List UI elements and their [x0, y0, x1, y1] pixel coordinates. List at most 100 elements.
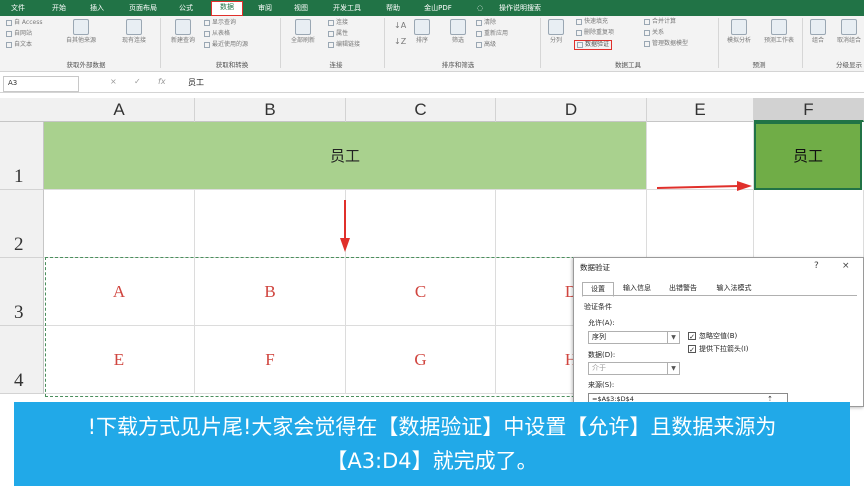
tab-help[interactable]: 帮助 [382, 2, 404, 14]
remove-duplicates-button[interactable]: 删除重复项 [576, 29, 614, 37]
tab-error-alert[interactable]: 出错警告 [662, 282, 704, 295]
from-other-sources-button[interactable]: 自其他来源 [62, 19, 100, 44]
ungroup-label: 取消组合 [836, 37, 861, 44]
text-file-icon [6, 41, 12, 48]
row-header-2[interactable]: 2 [0, 190, 44, 258]
cell-d2[interactable] [496, 190, 647, 258]
cell-f1[interactable]: 员工 [754, 122, 862, 190]
help-icon[interactable]: ? [814, 261, 819, 271]
from-web-label: 自网站 [14, 30, 33, 37]
tab-file[interactable]: 文件 [6, 2, 30, 14]
consolidate-button[interactable]: 合并计算 [644, 18, 676, 26]
in-cell-dropdown-checkbox[interactable]: ✓ 提供下拉箭头(I) [688, 344, 749, 354]
data-validation-button[interactable]: 数据验证 [574, 40, 613, 50]
clear-icon [476, 19, 482, 26]
advanced-filter-button[interactable]: 高级 [476, 41, 496, 49]
properties-label: 属性 [336, 30, 349, 37]
cell-b4[interactable]: F [195, 326, 346, 394]
tab-view[interactable]: 视图 [290, 2, 312, 14]
what-if-analysis-button[interactable]: 模拟分析 [722, 19, 756, 44]
tab-data[interactable]: 数据 [211, 1, 243, 16]
row-header-4[interactable]: 4 [0, 326, 44, 394]
group-label: 组合 [811, 37, 824, 44]
consolidate-icon [644, 18, 650, 25]
relationships-button[interactable]: 关系 [644, 29, 664, 37]
cell-a3[interactable]: A [44, 258, 195, 326]
group-button[interactable]: 组合 [806, 19, 830, 44]
tab-review[interactable]: 审阅 [254, 2, 276, 14]
sort-button[interactable]: 排序 [412, 19, 432, 44]
column-header-a[interactable]: A [44, 98, 195, 122]
tab-insert[interactable]: 插入 [86, 2, 108, 14]
new-query-button[interactable]: 新建查询 [168, 19, 198, 44]
cell-c4[interactable]: G [346, 326, 496, 394]
column-header-c[interactable]: C [346, 98, 496, 122]
tell-me-search[interactable]: 操作说明搜索 [491, 2, 549, 14]
ungroup-button[interactable]: 取消组合 [834, 19, 864, 44]
tab-ime-mode[interactable]: 输入法模式 [708, 282, 760, 295]
cell-a4[interactable]: E [44, 326, 195, 394]
formula-bar: A3 × ✓ fx 员工 [0, 73, 864, 93]
connections-button[interactable]: 连接 [328, 19, 348, 27]
tab-developer[interactable]: 开发工具 [327, 2, 367, 14]
edit-links-label: 编辑链接 [336, 41, 361, 48]
tab-input-message[interactable]: 输入信息 [616, 282, 658, 295]
recent-sources-button[interactable]: 最近使用的源 [204, 41, 248, 49]
cell-f2[interactable] [754, 190, 864, 258]
cell-c2[interactable] [346, 190, 496, 258]
properties-button[interactable]: 属性 [328, 30, 348, 38]
from-access-button[interactable]: 自 Access [6, 19, 42, 27]
from-access-label: 自 Access [14, 19, 43, 26]
insert-function-icon[interactable]: fx [158, 77, 166, 86]
refresh-all-button[interactable]: 全部刷新 [286, 19, 320, 44]
merged-header-cell[interactable]: 员工 [44, 122, 647, 190]
right-arrow-annotation [657, 181, 752, 191]
ignore-blank-checkbox[interactable]: ✓ 忽略空值(B) [688, 331, 737, 341]
edit-links-button[interactable]: 编辑链接 [328, 41, 360, 49]
column-header-d[interactable]: D [496, 98, 647, 122]
formula-input[interactable]: 员工 [188, 77, 204, 88]
sort-ascending-icon[interactable]: ↓A [394, 22, 406, 30]
cell-a2[interactable] [44, 190, 195, 258]
text-to-columns-button[interactable]: 分列 [546, 19, 566, 44]
row-header-3[interactable]: 3 [0, 258, 44, 326]
from-text-button[interactable]: 自文本 [6, 41, 32, 49]
cell-b2[interactable] [195, 190, 346, 258]
clear-filter-button[interactable]: 清除 [476, 19, 496, 27]
allow-select[interactable]: 序列 ▼ [588, 331, 680, 344]
sort-descending-icon[interactable]: ↓Z [394, 38, 406, 46]
name-box[interactable]: A3 [3, 76, 79, 92]
cell-e2[interactable] [647, 190, 754, 258]
checkbox-checked-icon: ✓ [688, 332, 696, 341]
group-label-connections: 连接 [329, 61, 343, 69]
group-divider [540, 18, 541, 68]
column-header-e[interactable]: E [647, 98, 754, 122]
existing-connections-button[interactable]: 现有连接 [116, 19, 152, 44]
tab-wps-pdf[interactable]: 金山PDF [418, 2, 458, 14]
group-divider [718, 18, 719, 68]
show-queries-button[interactable]: 显示查询 [204, 19, 236, 27]
links-icon [328, 41, 334, 48]
column-header-b[interactable]: B [195, 98, 346, 122]
manage-data-model-button[interactable]: 管理数据模型 [644, 40, 688, 48]
cell-b3[interactable]: B [195, 258, 346, 326]
tab-formulas[interactable]: 公式 [175, 2, 197, 14]
from-table-button[interactable]: 从表格 [204, 30, 230, 38]
tab-home[interactable]: 开始 [48, 2, 70, 14]
filter-button[interactable]: 筛选 [448, 19, 468, 44]
tab-page-layout[interactable]: 页面布局 [123, 2, 163, 14]
cancel-icon[interactable]: × [110, 77, 117, 86]
relationships-icon [644, 29, 650, 36]
cell-c3[interactable]: C [346, 258, 496, 326]
ignore-blank-label: 忽略空值(B) [699, 332, 738, 340]
from-web-button[interactable]: 自网站 [6, 30, 32, 38]
forecast-sheet-button[interactable]: 预测工作表 [762, 19, 796, 44]
column-header-f[interactable]: F [754, 98, 864, 122]
reapply-button[interactable]: 重新应用 [476, 30, 508, 38]
flash-fill-button[interactable]: 快速填充 [576, 18, 608, 26]
row-header-1[interactable]: 1 [0, 122, 44, 190]
group-icon [810, 19, 826, 35]
ribbon-body: 自 Access 自网站 自文本 自其他来源 现有连接 获取外部数据 新建查询 … [0, 16, 864, 72]
close-icon[interactable]: × [842, 261, 850, 271]
enter-icon[interactable]: ✓ [134, 77, 141, 86]
